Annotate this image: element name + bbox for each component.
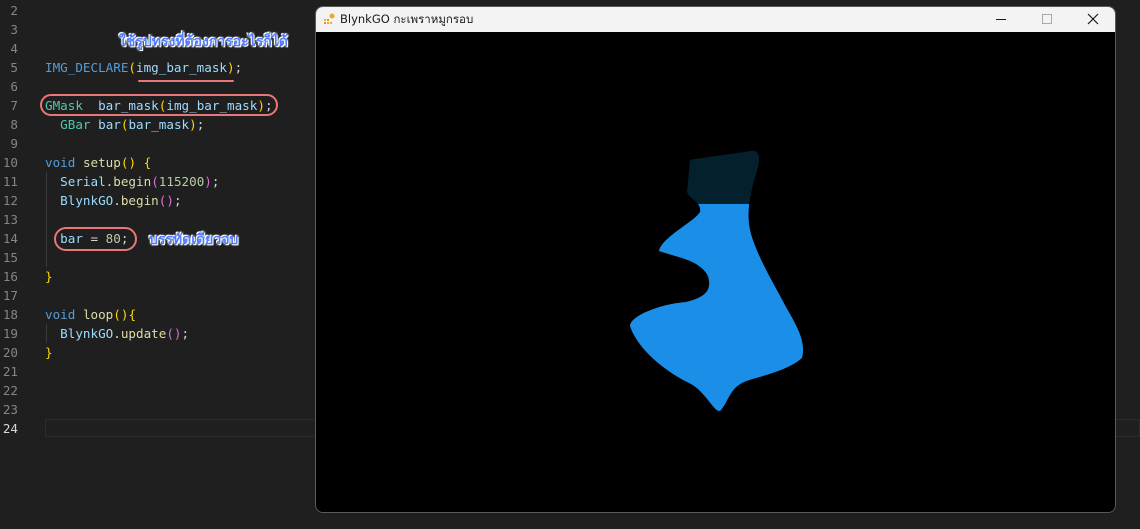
code-token: (	[128, 60, 136, 75]
line-number: 21	[2, 364, 18, 379]
one-line-annotation: บรรทัดเดียวจบ	[149, 232, 239, 248]
code-token: ()	[166, 326, 182, 341]
line-number: 3	[10, 22, 18, 37]
masked-bar-widget	[630, 150, 804, 411]
code-token: ;	[211, 174, 220, 189]
minimize-icon	[996, 19, 1006, 20]
blynkgo-app-window[interactable]: BlynkGO กะเพราหมูกรอบ	[315, 6, 1116, 513]
code-token: GBar	[60, 117, 91, 132]
code-token: 115200	[158, 174, 205, 189]
maximize-icon	[1042, 14, 1052, 24]
line-number: 11	[2, 174, 18, 189]
line-number: 17	[2, 288, 18, 303]
line-number: 23	[2, 402, 18, 417]
close-button[interactable]	[1070, 7, 1115, 32]
code-token: ;	[181, 326, 190, 341]
line-number: 6	[10, 79, 18, 94]
code-token: BlynkGO	[60, 193, 114, 208]
code-token: {	[128, 307, 137, 322]
line-number: 10	[2, 155, 18, 170]
code-token: img_bar_mask	[136, 60, 227, 75]
line-number: 12	[2, 193, 18, 208]
code-text: Serial.begin(115200);	[45, 172, 219, 191]
line-number: 18	[2, 307, 18, 322]
underline-highlight	[138, 80, 234, 82]
code-text: void setup() {	[45, 153, 151, 172]
line-number: 8	[10, 117, 18, 132]
close-icon	[1087, 13, 1099, 25]
code-text: BlynkGO.begin();	[45, 191, 182, 210]
code-token: .	[113, 326, 121, 341]
window-titlebar[interactable]: BlynkGO กะเพราหมูกรอบ	[316, 7, 1115, 32]
code-text: }	[45, 343, 53, 362]
code-token: ;	[173, 193, 182, 208]
code-text: IMG_DECLARE(img_bar_mask);	[45, 58, 242, 77]
code-text: BlynkGO.update();	[45, 324, 189, 343]
code-token: )	[227, 60, 235, 75]
line-number: 7	[10, 98, 18, 113]
window-title: BlynkGO กะเพราหมูกรอบ	[340, 12, 474, 26]
code-text: }	[45, 267, 53, 286]
code-token: BlynkGO	[60, 326, 114, 341]
code-token: IMG_DECLARE	[45, 60, 129, 75]
code-token: ()	[158, 193, 174, 208]
line-number: 19	[2, 326, 18, 341]
code-token: bar_mask	[128, 117, 190, 132]
code-token: ;	[196, 117, 205, 132]
code-token: }	[45, 345, 53, 360]
code-token: .	[113, 193, 121, 208]
code-token: )	[204, 174, 212, 189]
code-token: )	[189, 117, 197, 132]
line-number: 9	[10, 136, 18, 151]
code-token: loop	[82, 307, 114, 322]
line-number: 24	[2, 421, 18, 436]
code-token: begin	[113, 174, 152, 189]
bar-fill	[630, 204, 804, 411]
line-number: 14	[2, 231, 18, 246]
bar-value-highlight-oval	[54, 227, 137, 251]
code-token: update	[120, 326, 167, 341]
shape-annotation: ใช้รูปทรงที่ต้องการอะไรก็ได้	[119, 34, 288, 50]
code-token: void	[45, 155, 76, 170]
gmask-highlight-oval	[40, 94, 278, 116]
line-number: 2	[10, 3, 18, 18]
app-canvas	[316, 32, 1115, 512]
code-token: ()	[113, 307, 129, 322]
line-number: 5	[10, 60, 18, 75]
line-number: 22	[2, 383, 18, 398]
maximize-button[interactable]	[1024, 7, 1070, 32]
code-token: ()	[120, 155, 137, 170]
line-number: 13	[2, 212, 18, 227]
line-number: 16	[2, 269, 18, 284]
code-token: setup	[82, 155, 121, 170]
line-number: 15	[2, 250, 18, 265]
code-text: GBar bar(bar_mask);	[45, 115, 204, 134]
code-text: void loop(){	[45, 305, 136, 324]
code-token: void	[45, 307, 76, 322]
line-number: 4	[10, 41, 18, 56]
code-token: (	[151, 174, 159, 189]
code-token: {	[143, 155, 152, 170]
code-token: Serial	[60, 174, 106, 189]
code-token: ;	[234, 60, 243, 75]
code-token: bar	[98, 117, 121, 132]
blynkgo-app-icon	[324, 13, 335, 24]
line-number: 20	[2, 345, 18, 360]
code-token: }	[45, 269, 53, 284]
minimize-button[interactable]	[978, 7, 1024, 32]
code-token: begin	[120, 193, 159, 208]
